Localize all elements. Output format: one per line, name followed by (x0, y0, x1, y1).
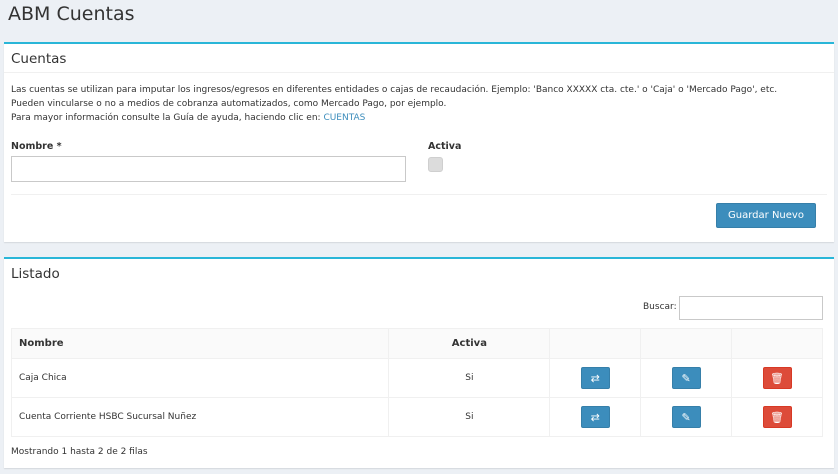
edit-button[interactable]: ✎ (671, 406, 701, 428)
search-label: Buscar: (643, 302, 677, 312)
transfer-button[interactable]: ⇄ (580, 406, 610, 428)
divider (4, 72, 834, 73)
column-header-empty (731, 328, 823, 359)
form-description: Las cuentas se utilizan para imputar los… (11, 83, 777, 125)
nombre-input[interactable] (11, 156, 406, 182)
divider (11, 194, 827, 195)
description-line-3: Para mayor información consulte la Guía … (11, 111, 777, 125)
exchange-icon: ⇄ (590, 411, 600, 424)
nombre-label: Nombre * (11, 141, 62, 152)
form-title: Cuentas (11, 51, 67, 67)
delete-button[interactable]: 🗑 (762, 406, 792, 428)
activa-checkbox[interactable] (428, 157, 443, 172)
cell-activa: Si (388, 397, 551, 437)
save-new-button[interactable]: Guardar Nuevo (716, 203, 816, 228)
exchange-icon: ⇄ (590, 372, 600, 385)
table-row: Caja Chica Si ⇄ ✎ 🗑 (10, 358, 823, 398)
edit-icon: ✎ (681, 411, 691, 424)
cell-activa: Si (388, 358, 551, 398)
transfer-button[interactable]: ⇄ (580, 367, 610, 389)
cell-nombre: Caja Chica (10, 358, 390, 398)
description-line-1: Las cuentas se utilizan para imputar los… (11, 85, 778, 95)
page-title: ABM Cuentas (8, 3, 135, 25)
listado-title: Listado (11, 266, 60, 282)
delete-button[interactable]: 🗑 (762, 367, 792, 389)
search-input[interactable] (679, 296, 823, 320)
help-link-cuentas[interactable]: CUENTAS (323, 113, 365, 123)
column-header-empty (549, 328, 642, 359)
column-header-activa[interactable]: Activa (388, 328, 551, 359)
description-line-2: Pueden vincularse o no a medios de cobra… (11, 99, 447, 109)
table-row: Cuenta Corriente HSBC Sucursal Nuñez Si … (10, 397, 823, 437)
column-header-empty (640, 328, 733, 359)
cell-nombre: Cuenta Corriente HSBC Sucursal Nuñez (10, 397, 390, 437)
description-line-3-text: Para mayor información consulte la Guía … (11, 113, 321, 123)
cuentas-form-panel: Cuentas Las cuentas se utilizan para imp… (4, 42, 834, 242)
table-header-row: Nombre Activa (10, 328, 823, 359)
column-header-nombre[interactable]: Nombre (10, 328, 390, 359)
edit-icon: ✎ (681, 372, 691, 385)
cuentas-table: Nombre Activa Caja Chica Si ⇄ ✎ 🗑 Cuenta… (10, 328, 823, 437)
edit-button[interactable]: ✎ (671, 367, 701, 389)
table-footer-info: Mostrando 1 hasta 2 de 2 filas (11, 447, 148, 457)
trash-icon: 🗑 (770, 411, 785, 424)
activa-label: Activa (428, 141, 462, 152)
listado-panel: Listado Buscar: Nombre Activa Caja Chica… (4, 257, 834, 468)
trash-icon: 🗑 (770, 372, 785, 385)
